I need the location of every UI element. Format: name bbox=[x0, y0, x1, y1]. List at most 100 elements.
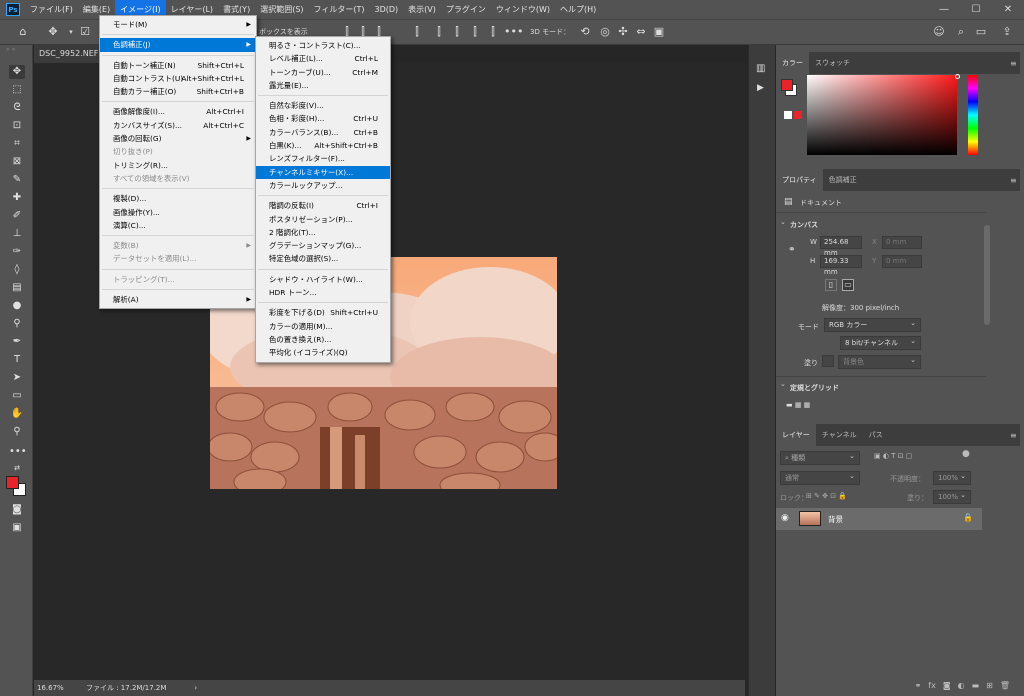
distribute-icon[interactable]: ⫿ bbox=[410, 25, 424, 39]
3d-rotate-icon[interactable]: ⟲ bbox=[578, 25, 592, 39]
menu-item[interactable]: 色調補正(J) ▶ bbox=[100, 38, 256, 52]
group-icon[interactable]: ▬ bbox=[972, 681, 980, 690]
menu-0[interactable]: ファイル(F) bbox=[25, 0, 78, 19]
menu-item[interactable]: レンズフィルター(F)... bbox=[256, 152, 390, 165]
menu-item[interactable]: 自動コントラスト(U) Alt+Shift+Ctrl+L bbox=[100, 72, 256, 85]
height-field[interactable]: 169.33 mm bbox=[820, 255, 862, 276]
trash-icon[interactable]: 🗑 bbox=[1000, 681, 1010, 690]
home-icon[interactable]: ⌂ bbox=[16, 25, 30, 39]
menu-item[interactable]: 画像の回転(G) ▶ bbox=[100, 132, 256, 145]
more-options-icon[interactable]: ••• bbox=[504, 25, 523, 39]
menu-item[interactable]: データセットを適用(L)... bbox=[100, 252, 256, 265]
menu-item[interactable]: チャンネルミキサー(X)... bbox=[256, 165, 390, 179]
menu-item[interactable]: ポスタリゼーション(P)... bbox=[256, 213, 390, 226]
menu-item[interactable]: 演算(C)... bbox=[100, 219, 256, 232]
fill-field[interactable]: 100% bbox=[933, 489, 971, 504]
swap-colors-icon[interactable]: ⇄ bbox=[9, 461, 25, 475]
type-tool-icon[interactable]: T bbox=[9, 353, 25, 367]
filter-toggle-icon[interactable]: ● bbox=[962, 449, 970, 459]
tab-adjustments[interactable]: 色調補正 bbox=[823, 169, 863, 191]
x-field[interactable]: 0 mm bbox=[882, 236, 922, 249]
lock-icons[interactable]: ⊞ ✎ ✥ ⊡ 🔒 bbox=[806, 492, 847, 500]
landscape-icon[interactable]: ▭ bbox=[842, 279, 854, 291]
stamp-tool-icon[interactable]: ⊥ bbox=[9, 227, 25, 241]
filter-icons[interactable]: ▣ ◐ T ⊡ ▢ bbox=[874, 452, 912, 460]
collapse-icon[interactable]: » « bbox=[6, 47, 26, 53]
menu-7[interactable]: 3D(D) bbox=[370, 0, 404, 19]
share-icon[interactable]: ⇪ bbox=[1000, 25, 1014, 39]
fill-swatch[interactable] bbox=[822, 355, 834, 367]
web-safe-icon[interactable] bbox=[784, 111, 792, 119]
menu-item[interactable]: レベル補正(L)... Ctrl+L bbox=[256, 52, 390, 65]
panel-menu-icon[interactable]: ≡ bbox=[1010, 59, 1017, 68]
properties-scrollbar[interactable] bbox=[984, 225, 990, 325]
gamut-icon[interactable] bbox=[794, 111, 802, 119]
menu-9[interactable]: プラグイン bbox=[441, 0, 491, 19]
menu-item[interactable]: すべての領域を表示(V) bbox=[100, 172, 256, 185]
maximize-icon[interactable]: ☐ bbox=[960, 0, 992, 19]
search-icon[interactable]: ⌕ bbox=[954, 25, 968, 39]
auto-select-checkbox[interactable]: ☑ bbox=[78, 25, 92, 39]
3d-slide-icon[interactable]: ⇔ bbox=[634, 25, 648, 39]
menu-item[interactable]: 明るさ・コントラスト(C)... bbox=[256, 39, 390, 52]
menu-item[interactable]: カラーバランス(B)... Ctrl+B bbox=[256, 126, 390, 139]
minimize-icon[interactable]: — bbox=[928, 0, 960, 19]
actions-play-icon[interactable]: ▶ bbox=[757, 83, 764, 93]
menu-item[interactable]: 階調の反転(I) Ctrl+I bbox=[256, 199, 390, 212]
history-icon[interactable]: ▥ bbox=[756, 63, 765, 74]
distribute-icon-5[interactable]: ⫿ bbox=[486, 25, 500, 39]
path-select-tool-icon[interactable]: ➤ bbox=[9, 371, 25, 385]
panel-menu-icon[interactable]: ≡ bbox=[1010, 176, 1017, 185]
menu-item[interactable]: グラデーションマップ(G)... bbox=[256, 239, 390, 252]
chevron-down-icon[interactable]: ⌄ bbox=[780, 380, 786, 388]
menu-item[interactable]: 解析(A) ▶ bbox=[100, 293, 256, 306]
tab-color[interactable]: カラー bbox=[776, 52, 809, 74]
gradient-tool-icon[interactable]: ▤ bbox=[9, 281, 25, 295]
color-picker-handle[interactable] bbox=[955, 74, 960, 79]
menu-item[interactable]: トーンカーブ(U)... Ctrl+M bbox=[256, 66, 390, 79]
eyedropper-tool-icon[interactable]: ✎ bbox=[9, 173, 25, 187]
menu-item[interactable]: HDR トーン... bbox=[256, 286, 390, 299]
menu-item[interactable]: トリミング(R)... bbox=[100, 159, 256, 172]
rectangle-tool-icon[interactable]: ▭ bbox=[9, 389, 25, 403]
tab-paths[interactable]: パス bbox=[863, 424, 889, 446]
crop-tool-icon[interactable]: ⌗ bbox=[9, 137, 25, 151]
new-layer-icon[interactable]: ⊞ bbox=[986, 681, 993, 690]
menu-item[interactable]: シャドウ・ハイライト(W)... bbox=[256, 273, 390, 286]
menu-item[interactable]: 画像解像度(I)... Alt+Ctrl+I bbox=[100, 105, 256, 118]
color-fg-swatch[interactable] bbox=[781, 79, 793, 91]
hue-slider[interactable] bbox=[968, 75, 978, 155]
menu-item[interactable]: 彩度を下げる(D) Shift+Ctrl+U bbox=[256, 306, 390, 319]
menu-item[interactable]: 色相・彩度(H)... Ctrl+U bbox=[256, 112, 390, 125]
distribute-icon-4[interactable]: ⫿ bbox=[468, 25, 482, 39]
layer-name[interactable]: 背景 bbox=[828, 514, 843, 525]
menu-item[interactable]: トラッピング(T)... bbox=[100, 273, 256, 286]
menu-item[interactable]: 画像操作(Y)... bbox=[100, 206, 256, 219]
menu-item[interactable]: 自動トーン補正(N) Shift+Ctrl+L bbox=[100, 59, 256, 72]
portrait-icon[interactable]: ▯ bbox=[825, 279, 837, 291]
layer-row[interactable]: ◉ 背景 🔒 bbox=[776, 508, 982, 530]
dodge-tool-icon[interactable]: ⚲ bbox=[9, 317, 25, 331]
color-field[interactable] bbox=[807, 75, 957, 155]
menu-10[interactable]: ウィンドウ(W) bbox=[491, 0, 555, 19]
menu-11[interactable]: ヘルプ(H) bbox=[555, 0, 601, 19]
3d-pan-icon[interactable]: ✣ bbox=[616, 25, 630, 39]
menu-item[interactable]: 変数(B) ▶ bbox=[100, 239, 256, 252]
healing-tool-icon[interactable]: ✚ bbox=[9, 191, 25, 205]
fill-dropdown[interactable]: 背景色 bbox=[838, 354, 921, 369]
panel-menu-icon[interactable]: ≡ bbox=[1010, 431, 1017, 440]
distribute-icon-2[interactable]: ⫿ bbox=[432, 25, 446, 39]
menu-item[interactable]: 自動カラー補正(O) Shift+Ctrl+B bbox=[100, 85, 256, 98]
mask-icon[interactable]: ◙ bbox=[943, 681, 951, 690]
pen-tool-icon[interactable]: ✒ bbox=[9, 335, 25, 349]
tab-properties[interactable]: プロパティ bbox=[776, 169, 823, 191]
marquee-tool-icon[interactable]: ⬚ bbox=[9, 83, 25, 97]
mode-dropdown[interactable]: RGB カラー bbox=[824, 317, 921, 332]
link-layers-icon[interactable]: ⚭ bbox=[915, 681, 922, 690]
chevron-down-icon[interactable]: ⌄ bbox=[780, 218, 786, 226]
brush-tool-icon[interactable]: ✐ bbox=[9, 209, 25, 223]
menu-item[interactable]: カラールックアップ... bbox=[256, 179, 390, 192]
workspace-icon[interactable]: ▭ bbox=[974, 25, 988, 39]
menu-item[interactable]: 特定色域の選択(S)... bbox=[256, 252, 390, 265]
eraser-tool-icon[interactable]: ◊ bbox=[9, 263, 25, 277]
